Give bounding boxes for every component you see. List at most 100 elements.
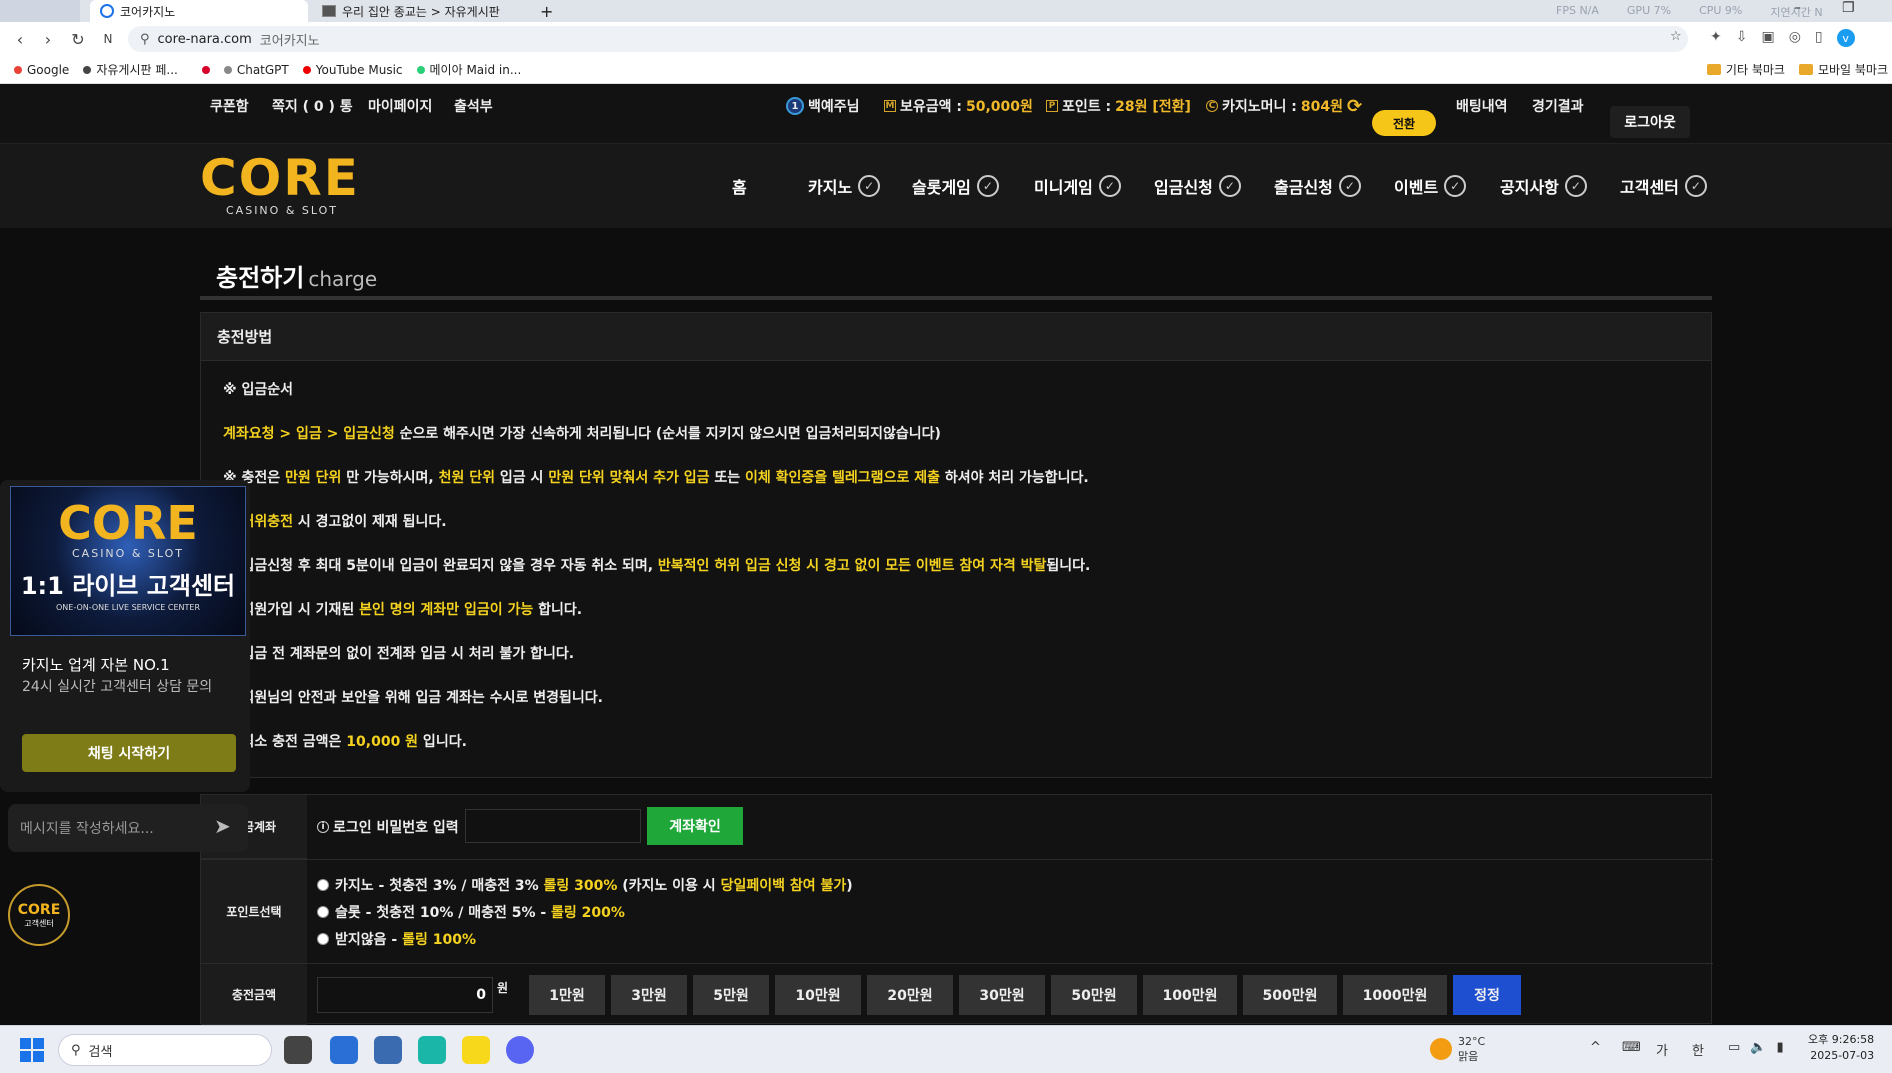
network-icon[interactable]: ▭ [1728,1040,1740,1055]
chat-banner[interactable]: CORE CASINO & SLOT 1:1 라이브 고객센터 ONE-ON-O… [10,486,246,636]
core-logo[interactable]: CORE CASINO & SLOT [200,152,370,222]
deposit-form: 입금계좌 i 로그인 비밀번호 입력 계좌확인 포인트선택 카지노 - 첫충전 … [200,794,1713,1025]
bookmark-star-icon[interactable]: ☆ [1670,29,1682,44]
forward-icon[interactable]: › [36,22,60,56]
nav-withdraw[interactable]: 출금신청 ✓ [1274,144,1361,228]
profile-icon[interactable]: v [1836,29,1855,47]
browser-address-bar: ‹ › ↻ N ⚲ core-nara.com 코어카지노 ☆ ✦ ⇩ ▣ ◎ … [0,22,1892,56]
chat-start-button[interactable]: 채팅 시작하기 [22,734,236,772]
support-fab[interactable]: CORE 고객센터 [8,884,70,946]
ime-mode[interactable]: 한 [1692,1040,1704,1059]
title-divider [200,296,1712,300]
bookmark-chatgpt[interactable]: ChatGPT [223,63,289,77]
radio-button[interactable] [317,933,329,945]
discord-icon[interactable] [506,1036,534,1064]
radio-button[interactable] [317,879,329,891]
nav-home[interactable]: 홈 [732,144,747,228]
swap-button[interactable]: 전환 [1372,110,1436,136]
refresh-icon[interactable]: ⟳ [1347,96,1362,117]
nordvpn-icon[interactable]: N [96,22,120,56]
app-icon[interactable] [374,1036,402,1064]
reset-button[interactable]: 정정 [1453,975,1521,1015]
ime-hangul[interactable]: 가 [1656,1040,1668,1059]
nav-slot[interactable]: 슬롯게임 ✓ [912,144,999,228]
profile-avatar[interactable] [0,0,80,22]
match-results-link[interactable]: 경기결과 [1532,76,1584,136]
amount-100k-button[interactable]: 10만원 [775,975,861,1015]
page-icon [322,5,336,17]
edge-icon[interactable] [418,1036,446,1064]
amount-10m-button[interactable]: 1000만원 [1343,975,1447,1015]
restore-icon[interactable]: ❐ [1842,0,1855,16]
nav-casino[interactable]: 카지노 ✓ [808,144,881,228]
logout-button[interactable]: 로그아웃 [1610,106,1690,138]
minimize-icon[interactable]: – [1794,0,1801,16]
screenshot-icon[interactable]: ◎ [1789,29,1801,47]
bet-history-link[interactable]: 배팅내역 [1456,76,1508,136]
amount-5m-button[interactable]: 500만원 [1243,975,1337,1015]
bookmark-folder-other[interactable]: 기타 북마크 [1706,61,1785,78]
amount-200k-button[interactable]: 20만원 [867,975,953,1015]
volume-icon[interactable]: 🔈 [1750,1040,1766,1055]
messages-link[interactable]: 쪽지 ( 0 ) 통 [272,76,353,136]
nav-notice[interactable]: 공지사항 ✓ [1500,144,1587,228]
clock[interactable]: 오후 9:26:58 2025-07-03 [1808,1032,1874,1064]
nav-minigame[interactable]: 미니게임 ✓ [1034,144,1121,228]
download-icon[interactable]: ⇩ [1736,29,1748,47]
bookmark-free-board[interactable]: 자유게시판 페... [83,61,178,78]
send-icon[interactable]: ➤ [214,814,231,838]
attendance-link[interactable]: 출석부 [454,76,493,136]
sidepanel-icon[interactable]: ▯ [1815,29,1823,47]
nav-deposit[interactable]: 입금신청 ✓ [1154,144,1241,228]
kakaotalk-icon[interactable] [462,1036,490,1064]
amount-500k-button[interactable]: 50만원 [1051,975,1137,1015]
reload-icon[interactable]: ↻ [66,22,90,56]
nav-support[interactable]: 고객센터 ✓ [1620,144,1707,228]
points-stat[interactable]: P 포인트 : 28원 [전환] [1046,76,1191,136]
tab-core-casino[interactable]: 코어카지노 [90,0,308,22]
row-divider [201,963,1713,964]
nav-event[interactable]: 이벤트 ✓ [1394,144,1467,228]
mypage-link[interactable]: 마이페이지 [368,76,432,136]
point-option-slot[interactable]: 슬롯 - 첫충전 10% / 매충전 5% - 롤링 200% [317,902,625,922]
search-icon: ⚲ [71,1042,81,1058]
account-check-button[interactable]: 계좌확인 [647,807,743,845]
taskbar-search[interactable]: ⚲ 검색 [58,1034,272,1066]
bookmark-folder-mobile[interactable]: 모바일 북마크 [1798,61,1888,78]
photos-icon[interactable] [330,1036,358,1064]
info-icon: i [317,821,329,833]
back-icon[interactable]: ‹ [8,22,32,56]
tab-free-board[interactable]: 우리 집안 종교는 > 자유게시판 [312,0,530,22]
check-circle-icon: ✓ [1564,175,1587,197]
radio-button[interactable] [317,906,329,918]
chat-message-input[interactable]: 메시지를 작성하세요... ➤ [8,804,248,852]
keyboard-icon[interactable]: ⌨ [1622,1040,1641,1055]
site-info-icon[interactable]: ⚲ [140,32,150,47]
weather-sun-icon[interactable] [1430,1038,1452,1060]
amount-50k-button[interactable]: 5만원 [693,975,769,1015]
windows-taskbar: ⚲ 검색 32°C 맑음 ^ ⌨ 가 한 ▭ 🔈 ▮ 오후 9:26:58 20… [0,1025,1892,1073]
point-option-casino[interactable]: 카지노 - 첫충전 3% / 매충전 3% 롤링 300% (카지노 이용 시 … [317,875,853,895]
extension-icons: ✦ ⇩ ▣ ◎ ▯ v [1710,29,1855,47]
amount-300k-button[interactable]: 30만원 [959,975,1045,1015]
coupon-link[interactable]: 쿠폰함 [210,76,249,136]
tray-chevron-icon[interactable]: ^ [1590,1040,1601,1055]
url-omnibox[interactable]: ⚲ core-nara.com 코어카지노 [128,26,1688,52]
bookmark-youtube-music[interactable]: YouTube Music [302,63,403,77]
weather-info[interactable]: 32°C 맑음 [1458,1034,1485,1064]
bookmark-red[interactable] [201,65,210,74]
amount-30k-button[interactable]: 3만원 [611,975,687,1015]
battery-icon[interactable]: ▮ [1776,1040,1783,1055]
point-option-none[interactable]: 받지않음 - 롤링 100% [317,929,476,949]
amount-input[interactable]: 0 [317,977,493,1013]
guide-line: ※ 입금순서 [223,382,294,398]
amount-10k-button[interactable]: 1만원 [529,975,605,1015]
camera-icon[interactable]: ▣ [1761,29,1774,47]
password-input[interactable] [465,809,641,843]
bookmark-google[interactable]: Google [14,63,69,77]
windows-start-icon[interactable] [20,1038,44,1062]
task-view-icon[interactable] [284,1036,312,1064]
extensions-icon[interactable]: ✦ [1710,29,1722,47]
new-tab-button[interactable]: + [530,0,554,22]
amount-1m-button[interactable]: 100만원 [1143,975,1237,1015]
